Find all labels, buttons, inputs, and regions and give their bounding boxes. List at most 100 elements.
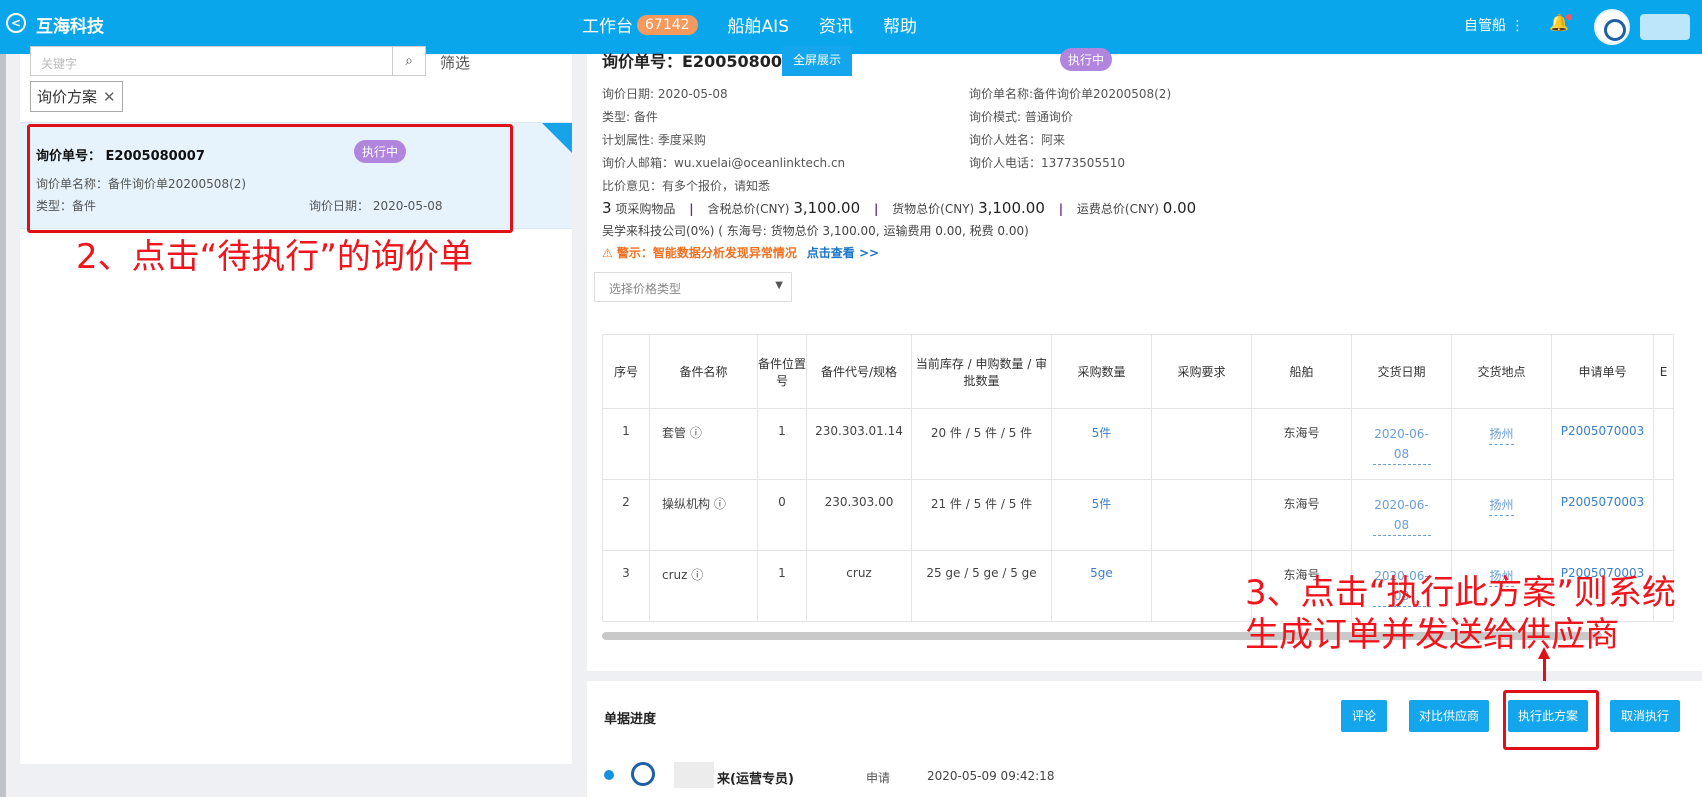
supplier-subtotal: 吴学来科技公司(0%) ( 东海号: 货物总价 3,100.00, 运输费用 0… (602, 224, 1029, 238)
filter-tag[interactable]: 询价方案 ✕ (30, 81, 123, 112)
cell-qty[interactable]: 5件 (1051, 479, 1152, 551)
cell-part-code: cruz (806, 550, 912, 622)
nav-news[interactable]: 资讯 (819, 12, 853, 37)
company-logo-icon (631, 762, 655, 786)
cell-apply[interactable]: P2005070003 (1551, 479, 1654, 551)
timeline-time: 2020-05-09 09:42:18 (927, 769, 1055, 783)
search-input[interactable]: 关键字 (30, 46, 393, 76)
detail-inquirer: 询价人姓名：阿来 (969, 133, 1066, 147)
delivery-place-link[interactable]: 扬州 (1489, 495, 1514, 516)
col-part-pos: 备件位置号 (757, 334, 807, 409)
nav-workbench-label: 工作台 (582, 17, 633, 37)
delivery-date-link[interactable]: 2020-06-08 (1372, 424, 1431, 465)
close-icon[interactable]: ✕ (103, 88, 116, 106)
filter-button[interactable]: 筛选 (440, 52, 470, 73)
cell-part-pos: 0 (757, 479, 807, 551)
detail-inquiry-no: 询价单号：E2005080007 (602, 52, 805, 71)
col-stock: 当前库存 / 申购数量 / 审批数量 (911, 334, 1052, 409)
cell-part-name[interactable]: cruz ⓘ (649, 550, 758, 622)
cell-place: 扬州 (1451, 408, 1552, 480)
nav-help[interactable]: 帮助 (883, 12, 917, 37)
items-count: 3 (602, 199, 612, 217)
annotation-arrow (1543, 657, 1546, 681)
self-ship-menu[interactable]: 自管船 ⋮ (1464, 15, 1524, 35)
annotation-box-card (27, 124, 513, 233)
left-strip (0, 54, 6, 797)
col-qty: 采购数量 (1051, 334, 1152, 409)
search-placeholder: 关键字 (41, 57, 78, 71)
cell-stock: 25 ge / 5 ge / 5 ge (911, 550, 1052, 622)
delivery-place-link[interactable]: 扬州 (1489, 424, 1514, 445)
timeline-action: 申请 (866, 771, 891, 785)
cell-part-name[interactable]: 操纵机构 ⓘ (649, 479, 758, 551)
totals-line: 3 项采购物品 | 含税总价(CNY) 3,100.00 | 货物总价(CNY)… (602, 199, 1196, 217)
table-header-row: 序号 备件名称 备件位置号 备件代号/规格 当前库存 / 申购数量 / 审批数量… (602, 334, 1674, 409)
cell-part-name[interactable]: 套管 ⓘ (649, 408, 758, 480)
goods-total-label: 货物总价(CNY) (892, 202, 975, 216)
delivery-date-link[interactable]: 2020-06-08 (1372, 495, 1431, 536)
col-place: 交货地点 (1451, 334, 1552, 409)
search-icon[interactable]: ⌕ (392, 46, 426, 76)
table-row: 1 套管 ⓘ 1 230.303.01.14 20 件 / 5 件 / 5 件 … (602, 408, 1674, 480)
cell-part-pos: 1 (757, 408, 807, 480)
cell-more (1653, 408, 1674, 480)
separator: | (689, 202, 694, 216)
freight-total-label: 运费总价(CNY) (1076, 202, 1159, 216)
goods-total-value: 3,100.00 (978, 199, 1045, 217)
col-part-code: 备件代号/规格 (806, 334, 912, 409)
selected-corner-marker (542, 123, 572, 153)
col-more: E (1653, 334, 1674, 409)
detail-type: 类型: 备件 (602, 110, 658, 124)
timeline-user: 来(运营专员) (717, 772, 794, 787)
cell-qty[interactable]: 5ge (1051, 550, 1152, 622)
cell-ship: 东海号 (1251, 408, 1352, 480)
col-part-name: 备件名称 (649, 334, 758, 409)
nav-ship-ais[interactable]: 船舶AIS (728, 12, 789, 37)
comment-button[interactable]: 评论 (1341, 700, 1387, 732)
separator: | (873, 202, 879, 216)
annotation-step3-line1: 3、点击“执行此方案”则系统 (1245, 573, 1676, 613)
cell-stock: 21 件 / 5 件 / 5 件 (911, 479, 1052, 551)
back-icon[interactable]: < (6, 13, 26, 33)
cell-qty[interactable]: 5件 (1051, 408, 1152, 480)
cell-apply[interactable]: P2005070003 (1551, 408, 1654, 480)
detail-phone: 询价人电话：13773505510 (969, 156, 1125, 170)
annotation-step2: 2、点击“待执行”的询价单 (76, 237, 473, 277)
cell-idx: 3 (602, 550, 650, 622)
cell-idx: 2 (602, 479, 650, 551)
bell-icon[interactable]: 🔔 (1549, 13, 1572, 32)
brand-title: 互海科技 (36, 17, 104, 37)
col-req: 采购要求 (1151, 334, 1252, 409)
fullscreen-button[interactable]: 全屏展示 (782, 46, 852, 76)
cancel-execution-button[interactable]: 取消执行 (1610, 700, 1680, 732)
main-nav: 工作台 67142 船舶AIS 资讯 帮助 (582, 12, 947, 37)
cell-stock: 20 件 / 5 件 / 5 件 (911, 408, 1052, 480)
cell-date: 2020-06-08 (1351, 479, 1452, 551)
warning-link[interactable]: 点击查看 >> (807, 246, 879, 260)
workbench-count-badge: 67142 (637, 14, 698, 35)
filter-tag-label: 询价方案 (37, 88, 98, 106)
col-ship: 船舶 (1251, 334, 1352, 409)
detail-form-name: 询价单名称:备件询价单20200508(2) (969, 87, 1172, 101)
timeline-dot (604, 770, 614, 780)
cell-more (1653, 479, 1674, 551)
annotation-step3-line2: 生成订单并发送给供应商 (1245, 615, 1619, 655)
cell-part-code: 230.303.01.14 (806, 408, 912, 480)
freight-total-value: 0.00 (1162, 199, 1197, 217)
detail-plan: 计划属性: 季度采购 (602, 133, 706, 147)
compare-suppliers-button[interactable]: 对比供应商 (1409, 700, 1489, 732)
col-idx: 序号 (602, 334, 650, 409)
cell-req (1151, 408, 1252, 480)
nav-workbench[interactable]: 工作台 67142 (582, 12, 698, 37)
blurred-name (674, 762, 714, 788)
cell-req (1151, 479, 1252, 551)
price-type-placeholder: 选择价格类型 (609, 282, 682, 296)
cell-req (1151, 550, 1252, 622)
cell-part-code: 230.303.00 (806, 479, 912, 551)
cell-place: 扬州 (1451, 479, 1552, 551)
separator: | (1058, 202, 1064, 216)
progress-title: 单据进度 (604, 712, 657, 727)
detail-mode: 询价模式: 普通询价 (969, 110, 1073, 124)
price-type-select[interactable]: 选择价格类型 ▼ (594, 272, 792, 302)
avatar[interactable] (1594, 9, 1630, 45)
